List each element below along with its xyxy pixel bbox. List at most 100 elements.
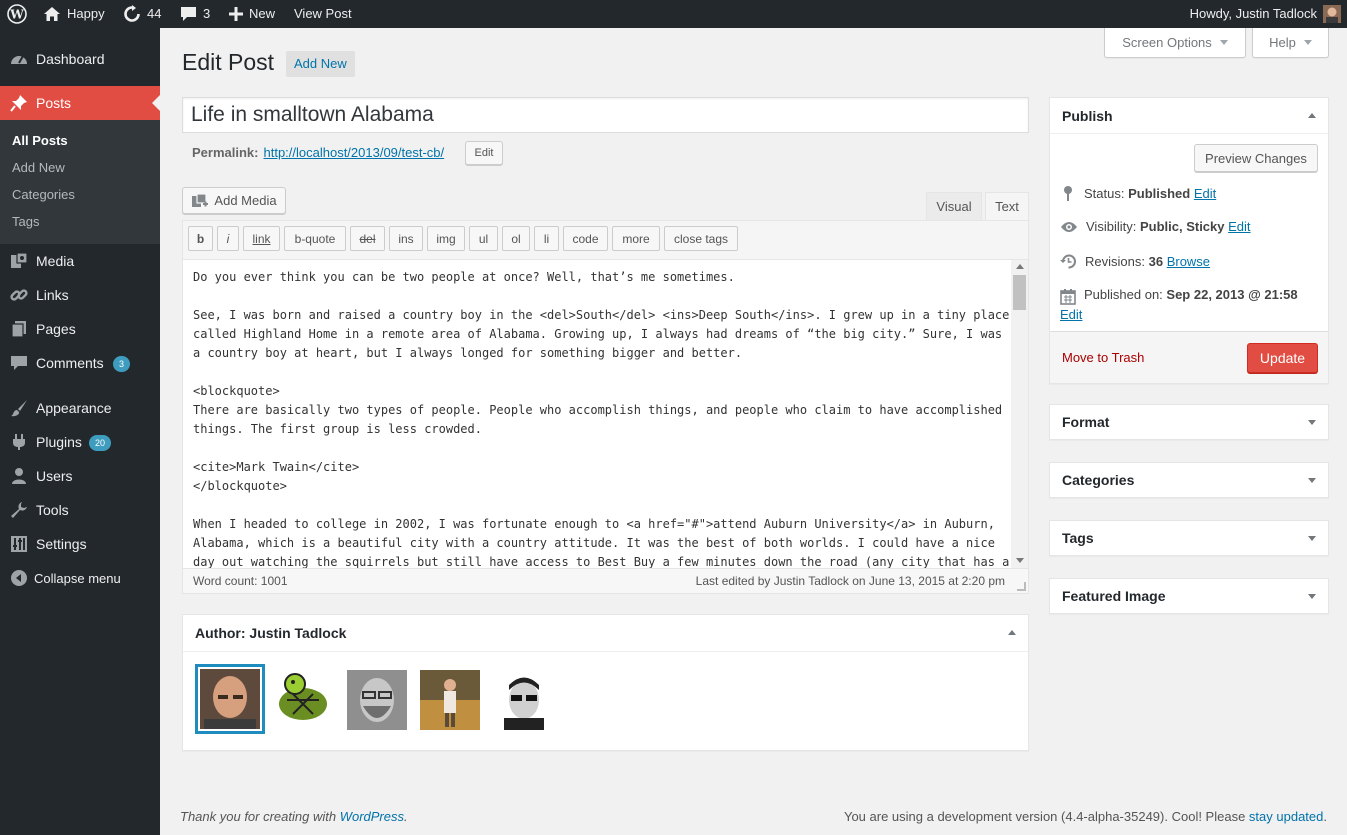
menu-posts[interactable]: Posts [0, 86, 160, 120]
published-label: Published on: [1084, 287, 1163, 302]
chevron-down-icon[interactable] [1308, 420, 1316, 425]
revisions-browse-link[interactable]: Browse [1167, 254, 1210, 269]
add-media-button[interactable]: Add Media [182, 187, 286, 214]
format-metabox[interactable]: Format [1049, 404, 1329, 440]
tags-title: Tags [1062, 530, 1094, 546]
author-avatar-turtle[interactable] [273, 670, 333, 730]
publish-metabox: Publish Preview Changes Status: Publishe… [1049, 97, 1329, 384]
qt-ins-button[interactable]: ins [389, 226, 423, 251]
comments-badge: 3 [113, 356, 131, 372]
menu-links-label: Links [36, 287, 69, 303]
preview-changes-button[interactable]: Preview Changes [1194, 144, 1318, 172]
tags-metabox[interactable]: Tags [1049, 520, 1329, 556]
site-name: Happy [67, 6, 105, 21]
menu-media-label: Media [36, 253, 75, 269]
permalink-url-link[interactable]: http://localhost/2013/09/test-cb/ [263, 145, 444, 160]
updates-link[interactable]: 44 [123, 0, 161, 28]
menu-plugins[interactable]: Plugins 20 [0, 425, 160, 459]
new-content-link[interactable]: New [229, 0, 275, 28]
user-avatar [1323, 5, 1341, 23]
qt-ol-button[interactable]: ol [502, 226, 530, 251]
my-account-link[interactable]: Howdy, Justin Tadlock [1190, 0, 1341, 28]
published-edit-link[interactable]: Edit [1060, 307, 1082, 322]
qt-more-button[interactable]: more [612, 226, 660, 251]
chevron-down-icon[interactable] [1308, 594, 1316, 599]
categories-metabox[interactable]: Categories [1049, 462, 1329, 498]
menu-appearance[interactable]: Appearance [0, 391, 160, 425]
pages-icon [9, 319, 29, 339]
menu-comments[interactable]: Comments 3 [0, 346, 160, 380]
qt-del-button[interactable]: del [350, 226, 385, 251]
svg-text:W: W [9, 8, 24, 22]
menu-dashboard[interactable]: Dashboard [0, 42, 160, 76]
visibility-edit-link[interactable]: Edit [1228, 219, 1250, 234]
permalink-edit-button[interactable]: Edit [465, 141, 503, 165]
submenu-categories[interactable]: Categories [12, 187, 75, 202]
qt-ul-button[interactable]: ul [469, 226, 498, 251]
content-line: Do you ever think you can be two people … [193, 270, 735, 284]
scroll-down-arrow-icon[interactable] [1016, 558, 1024, 563]
stay-updated-link[interactable]: stay updated [1249, 809, 1323, 824]
qt-bquote-button[interactable]: b-quote [284, 226, 346, 251]
content-line: things. The first group is less crowded. [193, 422, 482, 436]
scrollbar-thumb[interactable] [1013, 275, 1026, 310]
chevron-down-icon[interactable] [1308, 478, 1316, 483]
menu-pages[interactable]: Pages [0, 312, 160, 346]
revisions-row: Revisions: 36 Browse [1060, 253, 1210, 270]
resize-handle-icon[interactable] [1017, 582, 1026, 591]
chevron-down-icon[interactable] [1308, 536, 1316, 541]
qt-img-button[interactable]: img [427, 226, 465, 251]
screen-options-button[interactable]: Screen Options [1104, 28, 1246, 58]
author-avatar-field[interactable] [420, 670, 480, 730]
chevron-up-icon[interactable] [1308, 113, 1316, 118]
content-line [193, 439, 1001, 458]
calendar-icon [1060, 289, 1076, 305]
menu-users[interactable]: Users [0, 459, 160, 493]
menu-settings[interactable]: Settings [0, 527, 160, 561]
view-post-link[interactable]: View Post [294, 0, 352, 28]
tab-text[interactable]: Text [985, 192, 1029, 221]
qt-italic-button[interactable]: i [217, 226, 239, 251]
author-avatar-selected[interactable] [195, 664, 265, 734]
update-button[interactable]: Update [1247, 343, 1318, 373]
status-edit-link[interactable]: Edit [1194, 186, 1216, 201]
collapse-icon [9, 568, 29, 588]
plugin-icon [9, 432, 29, 452]
scroll-up-arrow-icon[interactable] [1016, 264, 1024, 269]
site-name-link[interactable]: Happy [43, 0, 105, 28]
wordpress-logo-icon[interactable]: W [7, 0, 27, 28]
collapse-menu-button[interactable]: Collapse menu [0, 561, 160, 595]
dashboard-icon [9, 49, 29, 69]
menu-tools[interactable]: Tools [0, 493, 160, 527]
admin-menu: Dashboard Posts All Posts Add New Catego… [0, 28, 160, 835]
submenu-tags[interactable]: Tags [12, 214, 39, 229]
last-edited: Last edited by Justin Tadlock on June 13… [695, 574, 1005, 588]
submenu-add-new[interactable]: Add New [12, 160, 65, 175]
menu-links[interactable]: Links [0, 278, 160, 312]
qt-close-tags-button[interactable]: close tags [664, 226, 738, 251]
content-textarea[interactable]: Do you ever think you can be two people … [183, 260, 1011, 568]
chevron-up-icon[interactable] [1008, 630, 1016, 635]
categories-title: Categories [1062, 472, 1135, 488]
qt-link-button[interactable]: link [243, 226, 280, 251]
move-to-trash-link[interactable]: Move to Trash [1062, 350, 1144, 365]
menu-media[interactable]: Media [0, 244, 160, 278]
menu-plugins-label: Plugins [36, 434, 82, 450]
comment-icon [181, 7, 196, 21]
help-button[interactable]: Help [1252, 28, 1329, 58]
author-avatar-bearded[interactable] [347, 670, 407, 730]
publish-divider [1050, 133, 1328, 134]
tab-visual[interactable]: Visual [926, 192, 982, 220]
wordpress-link[interactable]: WordPress [340, 809, 404, 824]
featured-image-metabox[interactable]: Featured Image [1049, 578, 1329, 614]
submenu-all-posts[interactable]: All Posts [12, 133, 68, 148]
comments-link[interactable]: 3 [180, 0, 210, 28]
qt-li-button[interactable]: li [534, 226, 559, 251]
qt-bold-button[interactable]: b [188, 226, 213, 251]
author-avatar-sunglasses[interactable] [494, 670, 554, 730]
menu-posts-label: Posts [36, 95, 72, 111]
post-title-input[interactable]: Life in smalltown Alabama [182, 97, 1029, 133]
qt-code-button[interactable]: code [563, 226, 608, 251]
add-new-button[interactable]: Add New [286, 51, 355, 77]
editor-scrollbar[interactable] [1011, 260, 1028, 568]
